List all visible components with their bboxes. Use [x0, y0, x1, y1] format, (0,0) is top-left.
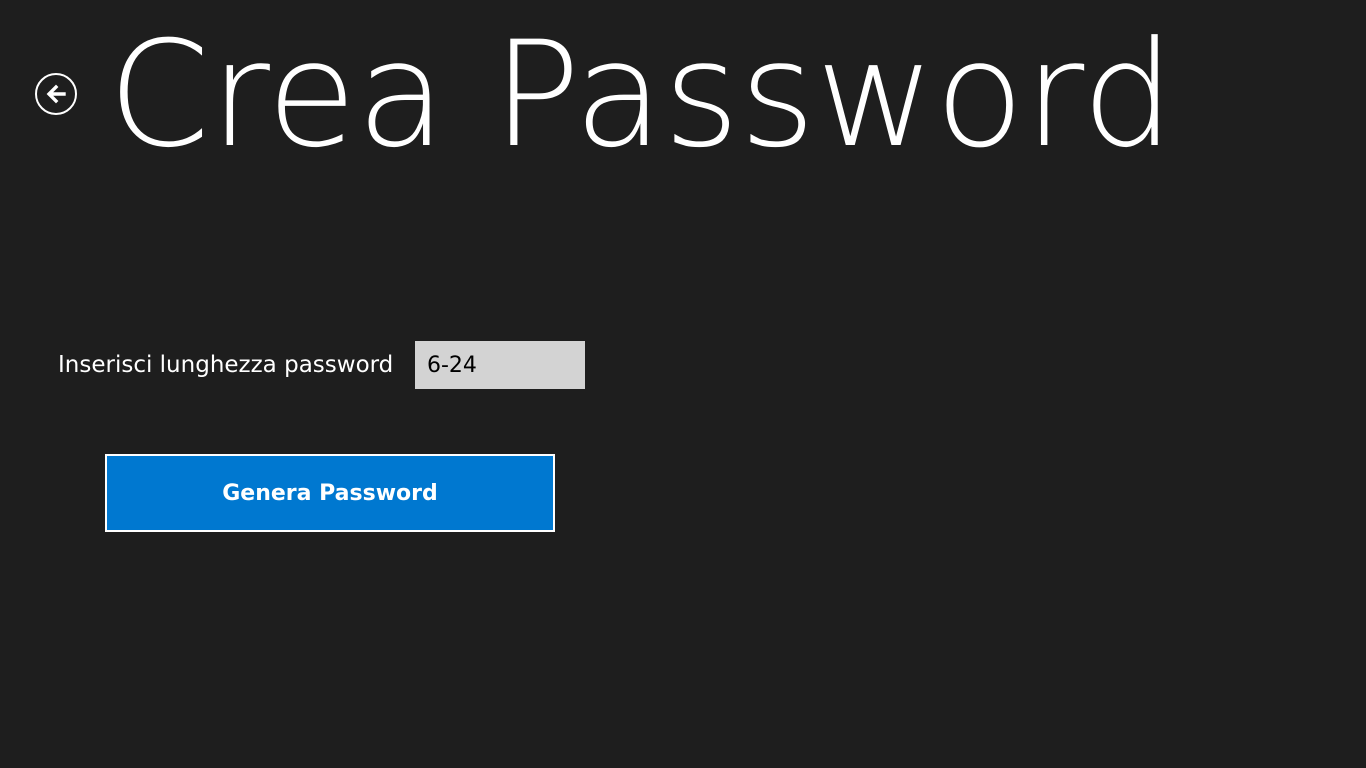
page-title: Crea Password	[108, 10, 1175, 180]
back-button[interactable]	[35, 73, 77, 115]
password-length-input[interactable]	[415, 341, 585, 389]
password-length-label: Inserisci lunghezza password	[58, 352, 394, 378]
app-window: Crea Password Inserisci lunghezza passwo…	[0, 0, 1366, 768]
generate-password-button[interactable]: Genera Password	[105, 454, 555, 532]
back-arrow-icon	[43, 81, 69, 107]
generate-password-label: Genera Password	[222, 480, 438, 506]
